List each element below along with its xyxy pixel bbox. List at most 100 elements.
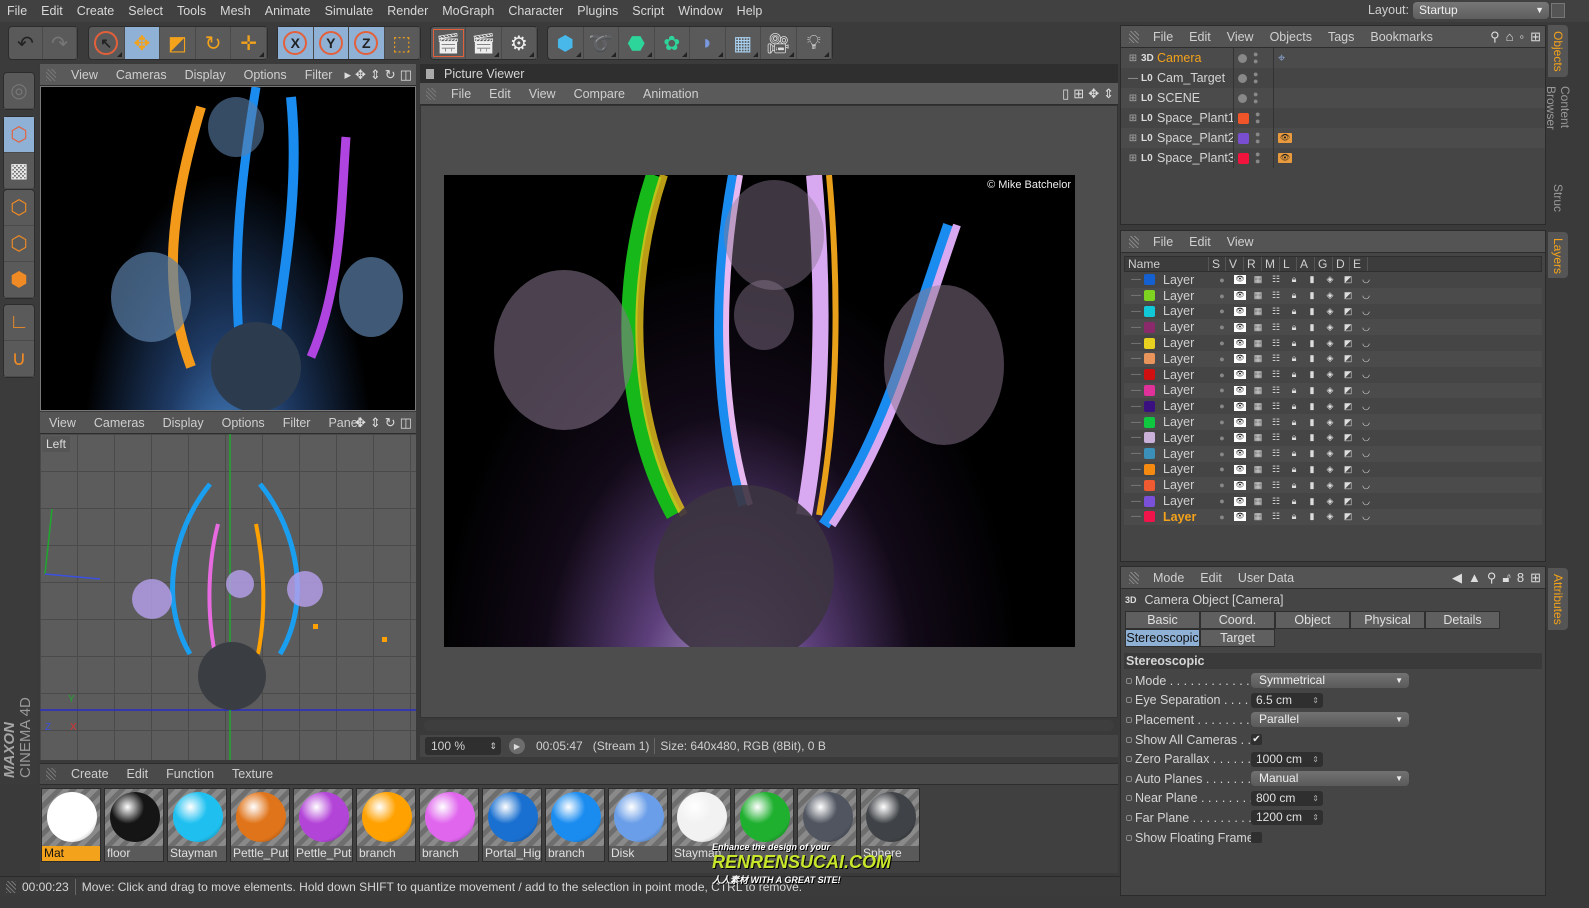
mat-menu-function[interactable]: Function xyxy=(157,767,223,781)
attr-menu-userdata[interactable]: User Data xyxy=(1230,571,1302,585)
visibility-dots-icon[interactable]: ● ● xyxy=(1255,110,1260,126)
obj-menu-file[interactable]: File xyxy=(1145,30,1181,44)
tab-details[interactable]: Details xyxy=(1425,611,1500,629)
obj-menu-edit[interactable]: Edit xyxy=(1181,30,1219,44)
keyframe-toggle-icon[interactable] xyxy=(1126,834,1132,841)
keyframe-toggle-icon[interactable] xyxy=(1126,795,1132,802)
play-button[interactable]: ▶ xyxy=(509,738,525,754)
menu-plugins[interactable]: Plugins xyxy=(570,4,625,18)
manager-icon[interactable]: ☷ xyxy=(1267,306,1285,317)
layer-color-swatch[interactable] xyxy=(1144,479,1155,491)
render-icon[interactable]: ▦ xyxy=(1249,306,1267,317)
material-swatch[interactable]: branch xyxy=(419,788,479,862)
expression-icon[interactable]: ◡ xyxy=(1357,290,1375,301)
material-swatch[interactable]: Pettle_Pute xyxy=(293,788,353,862)
generator-icon[interactable]: ◈ xyxy=(1321,369,1339,380)
layer-color-swatch[interactable] xyxy=(1144,463,1155,475)
tab-layers[interactable]: Layers xyxy=(1548,232,1568,278)
back-arrow-icon[interactable]: ◀ xyxy=(1452,570,1462,586)
layer-color-swatch[interactable] xyxy=(1144,448,1155,460)
attr-menu-edit[interactable]: Edit xyxy=(1192,571,1230,585)
grip-handle[interactable] xyxy=(1129,571,1139,584)
deformer-icon[interactable]: ◩ xyxy=(1339,464,1357,475)
vp2-menu-display[interactable]: Display xyxy=(154,416,213,430)
pv-menu-edit[interactable]: Edit xyxy=(480,87,520,101)
expression-icon[interactable]: ◡ xyxy=(1357,338,1375,349)
deformer-icon[interactable]: ◩ xyxy=(1339,353,1357,364)
layer-row[interactable]: — Layer ● 👁︎ ▦ ☷ 🔒︎ ▮ ◈ ◩ ◡ xyxy=(1124,445,1542,462)
col-generators[interactable]: G xyxy=(1315,257,1333,271)
new-window-icon[interactable]: ⊞ xyxy=(1530,29,1541,45)
layer-color-swatch[interactable] xyxy=(1144,369,1155,381)
dolly-icon[interactable]: ⇕ xyxy=(370,67,381,83)
texture-mode-button[interactable]: ▩ xyxy=(4,153,34,189)
generator-icon[interactable]: ◈ xyxy=(1321,306,1339,317)
mat-menu-create[interactable]: Create xyxy=(62,767,118,781)
grip-handle[interactable] xyxy=(426,87,436,100)
render-icon[interactable]: ▦ xyxy=(1249,511,1267,522)
lock-icon[interactable]: 🔒︎ xyxy=(1285,385,1303,396)
generator-icon[interactable]: ◈ xyxy=(1321,464,1339,475)
menu-character[interactable]: Character xyxy=(501,4,570,18)
menu-mograph[interactable]: MoGraph xyxy=(435,4,501,18)
deformer-icon[interactable]: ◩ xyxy=(1339,417,1357,428)
tab-coord[interactable]: Coord. xyxy=(1200,611,1275,629)
attr-menu-mode[interactable]: Mode xyxy=(1145,571,1192,585)
deformer-icon[interactable]: ◩ xyxy=(1339,306,1357,317)
deformer-icon[interactable]: ◩ xyxy=(1339,511,1357,522)
generator-icon[interactable]: ◈ xyxy=(1321,385,1339,396)
object-row[interactable]: ⊞ 3D Camera ● ● ⌖ xyxy=(1121,48,1545,68)
manager-icon[interactable]: ☷ xyxy=(1267,290,1285,301)
tab-physical[interactable]: Physical xyxy=(1350,611,1425,629)
layer-name[interactable]: Layer xyxy=(1163,289,1213,303)
col-deformers[interactable]: D xyxy=(1333,257,1350,271)
panel-icon[interactable]: ▯ xyxy=(1062,86,1069,102)
mat-menu-texture[interactable]: Texture xyxy=(223,767,282,781)
layer-dot[interactable] xyxy=(1238,93,1247,103)
generator-icon[interactable]: ◈ xyxy=(1321,353,1339,364)
deformer-icon[interactable]: ◩ xyxy=(1339,432,1357,443)
y-axis-button[interactable]: Y xyxy=(313,27,349,59)
col-solo[interactable]: S xyxy=(1209,257,1226,271)
layer-color-swatch[interactable] xyxy=(1144,495,1155,507)
layer-color-swatch[interactable] xyxy=(1144,400,1155,412)
manager-icon[interactable]: ☷ xyxy=(1267,432,1285,443)
generator-icon[interactable]: ◈ xyxy=(1321,511,1339,522)
attribute-number-field[interactable]: 1000 cm ⇕ xyxy=(1251,751,1323,767)
material-swatch[interactable]: Portal_Higl xyxy=(482,788,542,862)
generator-icon[interactable]: ◈ xyxy=(1321,290,1339,301)
coordinate-system-button[interactable]: ⬚ xyxy=(385,27,420,59)
target-tag-icon[interactable]: ⌖ xyxy=(1278,50,1285,66)
animation-icon[interactable]: ▮ xyxy=(1303,464,1321,475)
pan-icon[interactable]: ✥ xyxy=(1088,86,1099,102)
visibility-dots-icon[interactable]: ● ● xyxy=(1253,70,1258,86)
lock-icon[interactable]: 🔒︎ xyxy=(1285,432,1303,443)
render-icon[interactable]: ▦ xyxy=(1249,385,1267,396)
lock-icon[interactable]: 🔒︎ xyxy=(1285,464,1303,475)
animation-icon[interactable]: ▮ xyxy=(1303,338,1321,349)
toggle-view-icon[interactable]: ◫ xyxy=(400,67,412,83)
grip-handle[interactable] xyxy=(46,68,56,81)
display-tag-icon[interactable]: 👁︎ xyxy=(1278,133,1292,143)
obj-menu-bookmarks[interactable]: Bookmarks xyxy=(1362,30,1441,44)
snap-button[interactable]: ∪ xyxy=(4,341,34,377)
layer-name[interactable]: Layer xyxy=(1163,431,1213,445)
visible-icon[interactable]: 👁︎ xyxy=(1234,275,1246,285)
orbit-icon[interactable]: ↻ xyxy=(385,415,396,431)
visible-icon[interactable]: 👁︎ xyxy=(1234,417,1246,427)
redo-button[interactable]: ↷ xyxy=(43,27,77,59)
material-swatch[interactable]: Sphere xyxy=(860,788,920,862)
deformer-icon[interactable]: ◩ xyxy=(1339,480,1357,491)
manager-icon[interactable]: ☷ xyxy=(1267,322,1285,333)
animation-icon[interactable]: ▮ xyxy=(1303,401,1321,412)
visible-icon[interactable]: 👁︎ xyxy=(1234,449,1246,459)
animation-icon[interactable]: ▮ xyxy=(1303,480,1321,491)
expression-icon[interactable]: ◡ xyxy=(1357,306,1375,317)
animation-icon[interactable]: ▮ xyxy=(1303,385,1321,396)
generator-icon[interactable]: ◈ xyxy=(1321,496,1339,507)
layer-name[interactable]: Layer xyxy=(1163,510,1213,524)
obj-menu-objects[interactable]: Objects xyxy=(1262,30,1320,44)
expression-icon[interactable]: ◡ xyxy=(1357,417,1375,428)
layer-name[interactable]: Layer xyxy=(1163,336,1213,350)
layer-name[interactable]: Layer xyxy=(1163,415,1213,429)
